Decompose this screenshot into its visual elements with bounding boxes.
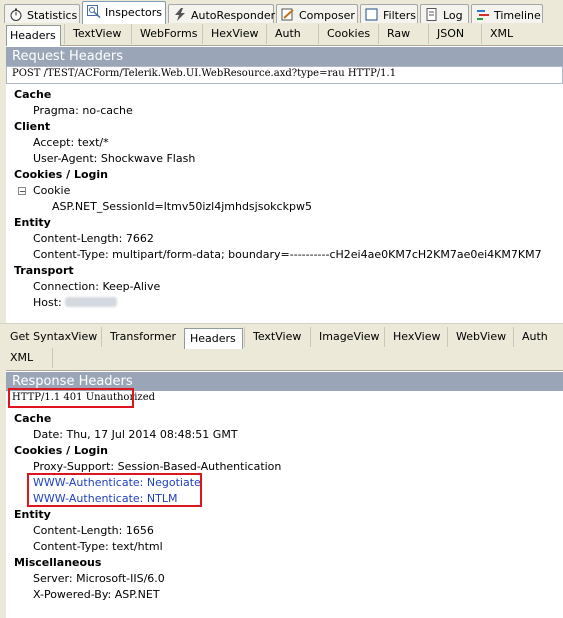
document-icon <box>426 8 437 21</box>
request-group-cookies[interactable]: Cookies / Login <box>14 168 108 181</box>
request-header-item[interactable]: Content-Type: multipart/form-data; bound… <box>33 248 542 261</box>
response-header-item[interactable]: Content-Type: text/html <box>33 540 163 553</box>
tab-label: Log <box>443 9 463 22</box>
request-tab-xml[interactable]: XML <box>481 24 513 44</box>
response-group-entity[interactable]: Entity <box>14 508 51 521</box>
request-tab-textview[interactable]: TextView <box>64 24 121 44</box>
response-tab-transformer[interactable]: Transformer <box>101 327 176 347</box>
response-tab-webview[interactable]: WebView <box>447 327 506 347</box>
request-header-item[interactable]: User-Agent: Shockwave Flash <box>33 152 195 165</box>
response-group-cache[interactable]: Cache <box>14 412 51 425</box>
response-tab-hexview[interactable]: HexView <box>384 327 440 347</box>
request-header-host[interactable]: Host: <box>33 296 118 309</box>
pencil-icon <box>281 8 294 21</box>
checkbox-icon <box>365 8 378 21</box>
request-tab-webforms[interactable]: WebForms <box>131 24 197 44</box>
request-header-item[interactable]: Content-Length: 7662 <box>33 232 154 245</box>
tab-label: AutoResponder <box>191 9 276 22</box>
tab-separator <box>52 348 53 368</box>
tab-autoresponder[interactable]: AutoResponder <box>168 4 276 23</box>
cookie-value[interactable]: ASP.NET_SessionId=ltmv50izl4jmhdsjsokckp… <box>52 200 312 213</box>
tab-label: Timeline <box>494 9 541 22</box>
redacted-host-value <box>65 297 118 307</box>
response-tab-xml[interactable]: XML <box>10 348 33 368</box>
timeline-icon <box>477 10 489 20</box>
response-tab-auth[interactable]: Auth <box>513 327 548 347</box>
cookie-node[interactable]: Cookie <box>33 184 70 197</box>
response-header-item[interactable]: X-Powered-By: ASP.NET <box>33 588 160 601</box>
tab-log[interactable]: Log <box>420 4 469 23</box>
tab-composer[interactable]: Composer <box>276 4 358 23</box>
left-gutter <box>0 45 6 325</box>
request-headers-title: Request Headers <box>6 47 563 66</box>
request-line: POST /TEST/ACForm/Telerik.Web.UI.WebReso… <box>12 68 397 79</box>
tab-inspectors[interactable]: Inspectors <box>82 1 166 24</box>
response-header-item[interactable]: Date: Thu, 17 Jul 2014 08:48:51 GMT <box>33 428 238 441</box>
request-group-client[interactable]: Client <box>14 120 50 133</box>
left-gutter <box>0 370 6 618</box>
tab-label: Inspectors <box>105 6 163 19</box>
response-group-misc[interactable]: Miscellaneous <box>14 556 101 569</box>
host-label: Host: <box>33 296 62 309</box>
tab-label: Composer <box>299 9 355 22</box>
response-tab-get-syntaxview[interactable]: Get SyntaxView <box>10 327 97 347</box>
main-tab-bar: Statistics Inspectors AutoResponder Comp… <box>0 0 563 25</box>
tab-label: Statistics <box>27 9 78 22</box>
response-header-item[interactable]: Proxy-Support: Session-Based-Authenticat… <box>33 460 281 473</box>
request-tab-auth[interactable]: Auth <box>266 24 301 44</box>
tab-label: Filters <box>383 9 416 22</box>
request-group-entity[interactable]: Entity <box>14 216 51 229</box>
response-group-cookies[interactable]: Cookies / Login <box>14 444 108 457</box>
response-tab-imageview[interactable]: ImageView <box>310 327 380 347</box>
request-header-item[interactable]: Accept: text/* <box>33 136 109 149</box>
response-tab-textview[interactable]: TextView <box>244 327 301 347</box>
request-group-cache[interactable]: Cache <box>14 88 51 101</box>
magnifier-icon <box>87 5 101 18</box>
request-header-item[interactable]: Connection: Keep-Alive <box>33 280 160 293</box>
request-subtab-bar: Headers TextView WebForms HexView Auth C… <box>0 24 563 46</box>
request-tab-hexview[interactable]: HexView <box>202 24 258 44</box>
tab-statistics[interactable]: Statistics <box>4 4 80 23</box>
response-tab-headers[interactable]: Headers <box>184 328 243 349</box>
request-tab-cookies[interactable]: Cookies <box>318 24 370 44</box>
request-header-item[interactable]: Pragma: no-cache <box>33 104 133 117</box>
tab-timeline[interactable]: Timeline <box>471 4 543 23</box>
collapse-icon[interactable]: − <box>18 187 26 196</box>
request-tab-raw[interactable]: Raw <box>378 24 410 44</box>
stopwatch-icon <box>10 8 22 21</box>
response-header-item[interactable]: Server: Microsoft-IIS/6.0 <box>33 572 165 585</box>
tab-filters[interactable]: Filters <box>360 4 418 23</box>
status-highlight-box <box>8 388 134 408</box>
response-header-item[interactable]: Content-Length: 1656 <box>33 524 154 537</box>
response-subtab-bar: Get SyntaxView Transformer Headers TextV… <box>0 327 563 371</box>
request-group-transport[interactable]: Transport <box>14 264 74 277</box>
lightning-icon <box>175 8 185 21</box>
request-tab-headers[interactable]: Headers <box>6 25 61 46</box>
request-tab-json[interactable]: JSON <box>428 24 464 44</box>
auth-highlight-box <box>27 473 202 507</box>
